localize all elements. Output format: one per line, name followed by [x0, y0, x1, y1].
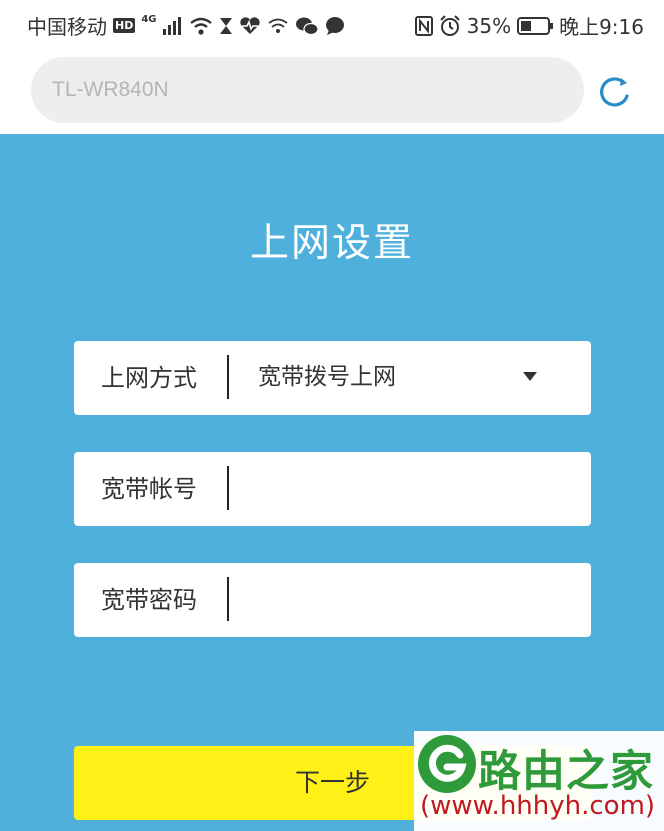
watermark-url: (www.hhhyh.com): [420, 791, 656, 821]
broadband-password-row: 宽带密码: [74, 563, 591, 637]
broadband-account-label: 宽带帐号: [101, 475, 197, 503]
connection-type-label: 上网方式: [101, 364, 197, 392]
chat-bubble-icon: [325, 16, 345, 36]
wechat-icon: [295, 16, 319, 36]
broadband-account-input[interactable]: [234, 462, 578, 518]
watermark-brand: 路由之家: [478, 747, 654, 797]
signal-icon: [162, 16, 183, 35]
connection-type-value: 宽带拨号上网: [258, 364, 396, 390]
alarm-icon: [439, 14, 461, 37]
nfc-icon: [414, 15, 433, 36]
network-type-label: 4G: [141, 14, 157, 25]
broadband-password-input[interactable]: [234, 573, 578, 629]
text-cursor: [227, 577, 229, 621]
text-cursor: [227, 466, 229, 510]
heart-rate-icon: [239, 16, 261, 35]
watermark-logo-icon: [418, 735, 476, 793]
hourglass-icon: [219, 17, 233, 35]
broadband-password-label: 宽带密码: [101, 586, 197, 614]
battery-percent-label: 35%: [466, 13, 512, 38]
battery-icon: [517, 16, 554, 35]
wifi-share-icon: [267, 17, 289, 35]
field-divider: [227, 355, 229, 399]
url-field[interactable]: TL-WR840N: [31, 57, 584, 123]
reload-icon: [600, 77, 629, 107]
time-label: 晚上9:16: [559, 15, 644, 39]
wifi-icon: [189, 17, 213, 35]
status-bar: 中国移动 HD 4G 35% 晚上9:16: [0, 0, 664, 48]
carrier-label: 中国移动: [27, 15, 107, 39]
connection-type-select[interactable]: 上网方式 宽带拨号上网: [74, 341, 591, 415]
watermark: 路由之家 (www.hhhyh.com): [414, 731, 664, 831]
hd-badge: HD: [113, 18, 136, 33]
dropdown-arrow-icon: [523, 372, 537, 381]
broadband-account-row: 宽带帐号: [74, 452, 591, 526]
page-title: 上网设置: [249, 221, 414, 266]
address-bar: TL-WR840N: [0, 48, 664, 134]
reload-button[interactable]: [596, 72, 636, 112]
